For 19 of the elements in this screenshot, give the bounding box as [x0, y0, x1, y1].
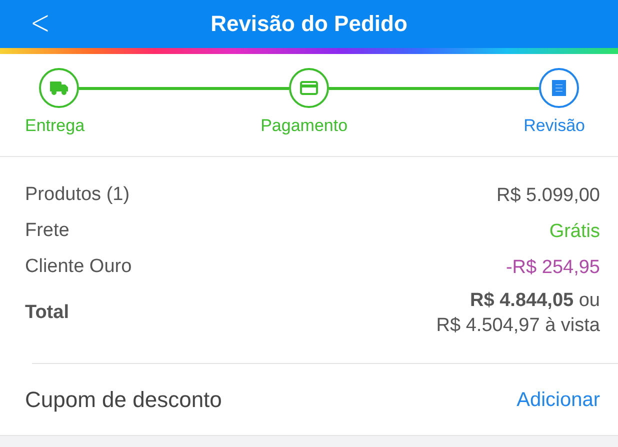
cash-price: R$ 4.504,97 à vista [436, 314, 600, 338]
card-icon [300, 81, 318, 95]
summary-label: Frete [25, 220, 70, 242]
summary-label: Total [25, 302, 69, 324]
truck-icon [50, 81, 68, 95]
page-title: Revisão do Pedido [210, 11, 408, 37]
back-button[interactable]: < [27, 4, 54, 42]
step-label: Revisão [524, 116, 585, 136]
summary-value: R$ 5.099,00 [496, 184, 600, 208]
step-label: Entrega [25, 116, 85, 136]
summary-label: Produtos (1) [25, 184, 130, 206]
summary-value: -R$ 254,95 [506, 256, 600, 280]
summary-value: Grátis [549, 220, 600, 244]
step-label: Pagamento [260, 116, 348, 136]
total-price: R$ 4.844,05 ou [469, 289, 600, 313]
document-icon [552, 80, 566, 96]
add-coupon-link[interactable]: Adicionar [516, 388, 600, 412]
coupon-label: Cupom de desconto [25, 387, 222, 413]
summary-label: Cliente Ouro [25, 256, 132, 278]
